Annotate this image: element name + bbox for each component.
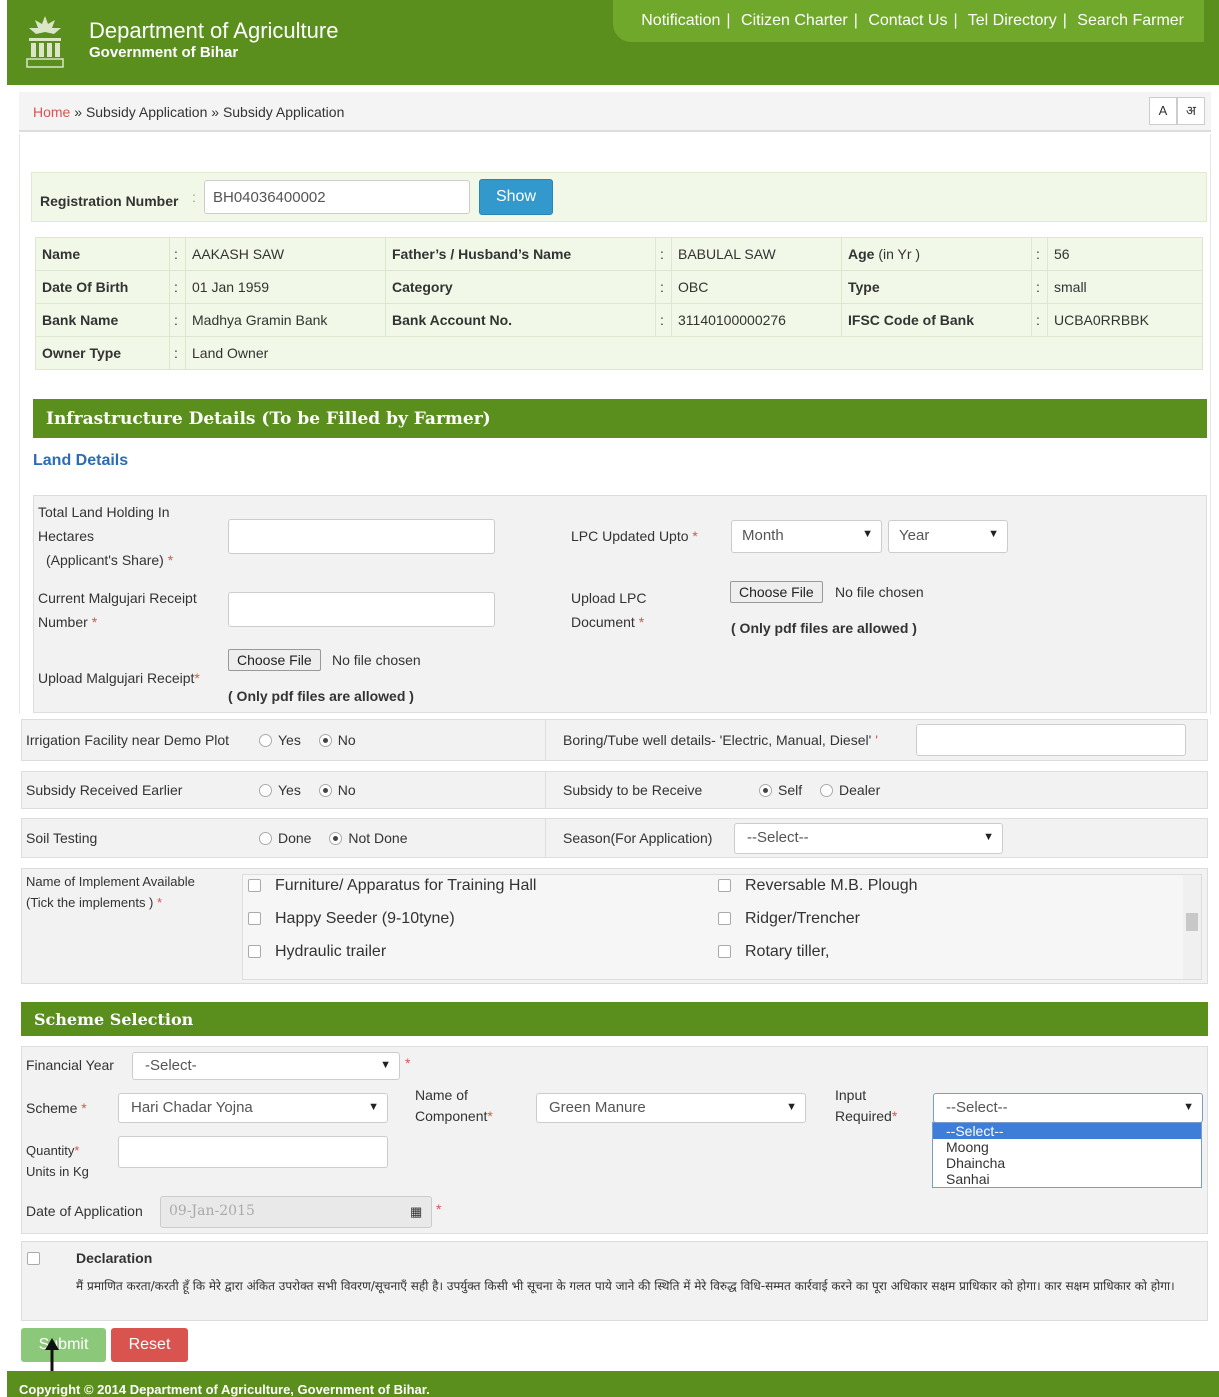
list-item[interactable]: Hydraulic trailer <box>248 943 386 961</box>
irrigation-no-radio[interactable]: No <box>318 732 356 748</box>
government-subtitle: Government of Bihar <box>89 44 239 61</box>
registration-number-input[interactable]: BH04036400002 <box>204 180 470 214</box>
declaration-text: मैं प्रमाणित करता/करती हूँ कि मेरे द्वार… <box>76 1279 1175 1293</box>
malgujari-number-input[interactable] <box>228 592 495 627</box>
irrigation-radio-group: Yes No <box>259 732 370 748</box>
malgujari-number-label: Current Malgujari Receipt Number * <box>38 590 197 630</box>
component-label: Name of Component* <box>415 1087 493 1124</box>
declaration-title: Declaration <box>76 1250 153 1266</box>
dropdown-option[interactable]: Moong <box>933 1139 1201 1155</box>
implements-list: Furniture/ Apparatus for Training Hall H… <box>242 874 1202 980</box>
boring-label: Boring/Tube well details- 'Electric, Man… <box>563 732 878 748</box>
lpc-file-status: No file chosen <box>835 584 924 600</box>
list-item[interactable]: Happy Seeder (9-10tyne) <box>248 910 455 928</box>
breadcrumb-level1[interactable]: Subsidy Application <box>86 104 207 120</box>
total-land-input[interactable] <box>228 519 495 554</box>
boring-details-input[interactable] <box>916 724 1186 756</box>
receive-dealer-radio[interactable]: Dealer <box>820 782 880 798</box>
table-row: Date Of Birth : 01 Jan 1959 Category : O… <box>35 270 1203 304</box>
quantity-label: Quantity* Units in Kg <box>26 1143 89 1179</box>
table-row: Name : AAKASH SAW Father’s / Husband’s N… <box>35 237 1203 271</box>
financial-year-select[interactable]: -Select- ▼ <box>132 1052 400 1080</box>
registration-label: Registration Number <box>40 193 179 209</box>
dropdown-option[interactable]: Sanhai <box>933 1171 1201 1187</box>
soil-testing-radio-group: Done Not Done <box>259 830 422 846</box>
subsidy-row: Subsidy Received Earlier Yes No Subsidy … <box>21 771 1208 809</box>
implements-label: Name of Implement Available (Tick the im… <box>26 874 195 910</box>
nav-citizen-charter[interactable]: Citizen Charter <box>741 12 848 29</box>
land-details-box: Total Land Holding In Hectares (Applican… <box>33 495 1207 713</box>
font-english-button[interactable]: A <box>1149 97 1177 125</box>
upload-lpc-label: Upload LPC Document * <box>571 590 647 630</box>
nav-tel-directory[interactable]: Tel Directory <box>968 12 1057 29</box>
list-item[interactable]: Ridger/Trencher <box>718 910 860 928</box>
nav-search-farmer[interactable]: Search Farmer <box>1077 12 1184 29</box>
submit-button[interactable]: Submit <box>21 1328 106 1362</box>
breadcrumb: Home » Subsidy Application » Subsidy App… <box>33 104 345 120</box>
list-item[interactable]: Reversable M.B. Plough <box>718 877 918 895</box>
scheme-label: Scheme * <box>26 1100 87 1116</box>
receive-self-radio[interactable]: Self <box>759 782 802 798</box>
input-required-dropdown[interactable]: --Select-- Moong Dhaincha Sanhai <box>932 1122 1202 1188</box>
upload-malgujari-label: Upload Malgujari Receipt* <box>38 670 200 686</box>
show-button[interactable]: Show <box>479 179 553 215</box>
scheme-select[interactable]: Hari Chadar Yojna ▼ <box>118 1093 388 1123</box>
table-row: Owner Type : Land Owner <box>35 336 1203 370</box>
declaration-checkbox[interactable] <box>27 1252 40 1265</box>
lpc-choose-file-button[interactable]: Choose File <box>730 581 823 603</box>
subsidy-no-radio[interactable]: No <box>318 782 356 798</box>
site-header: Department of Agriculture Government of … <box>7 0 1219 85</box>
subsidy-receive-radio-group: Self Dealer <box>759 782 894 798</box>
farmer-info-table: Name : AAKASH SAW Father’s / Husband’s N… <box>35 237 1203 370</box>
infrastructure-section-header: Infrastructure Details (To be Filled by … <box>33 399 1207 438</box>
quantity-input[interactable] <box>118 1136 388 1168</box>
malgujari-choose-file-button[interactable]: Choose File <box>228 649 321 671</box>
dropdown-option[interactable]: Dhaincha <box>933 1155 1201 1171</box>
table-row: Bank Name : Madhya Gramin Bank Bank Acco… <box>35 303 1203 337</box>
land-details-title: Land Details <box>33 452 129 469</box>
subsidy-yes-radio[interactable]: Yes <box>259 782 301 798</box>
declaration-box: Declaration मैं प्रमाणित करता/करती हूँ क… <box>21 1241 1208 1321</box>
reset-button[interactable]: Reset <box>111 1328 188 1362</box>
dropdown-option[interactable]: --Select-- <box>933 1123 1201 1139</box>
subsidy-earlier-radio-group: Yes No <box>259 782 370 798</box>
lpc-pdf-note: ( Only pdf files are allowed ) <box>731 620 917 636</box>
lpc-label: LPC Updated Upto * <box>571 528 698 544</box>
site-footer: Copyright © 2014 Department of Agricultu… <box>7 1371 1219 1397</box>
lpc-month-select[interactable]: Month ▼ <box>731 520 882 553</box>
calendar-icon[interactable]: ▦ <box>410 1204 422 1220</box>
list-item[interactable]: Rotary tiller, <box>718 943 829 961</box>
input-required-label: Input Required* <box>835 1087 898 1124</box>
top-navigation: Notification | Citizen Charter | Contact U… <box>613 0 1204 42</box>
nav-notification[interactable]: Notification <box>641 12 720 29</box>
input-required-select[interactable]: --Select-- ▼ <box>933 1093 1203 1123</box>
font-hindi-button[interactable]: अ <box>1177 97 1205 125</box>
department-title: Department of Agriculture <box>89 18 339 43</box>
soil-not-done-radio[interactable]: Not Done <box>329 830 408 846</box>
scheme-section-header: Scheme Selection <box>21 1002 1208 1036</box>
malgujari-file-status: No file chosen <box>332 652 421 668</box>
lpc-year-select[interactable]: Year ▼ <box>888 520 1008 553</box>
date-of-application-input[interactable]: 09-Jan-2015 <box>160 1196 432 1228</box>
list-item[interactable]: Furniture/ Apparatus for Training Hall <box>248 877 536 895</box>
implements-scrollbar[interactable] <box>1183 875 1201 979</box>
breadcrumb-bar: Home » Subsidy Application » Subsidy App… <box>19 92 1211 132</box>
nav-contact-us[interactable]: Contact Us <box>868 12 947 29</box>
season-select[interactable]: --Select-- ▼ <box>734 823 1003 854</box>
malgujari-pdf-note: ( Only pdf files are allowed ) <box>228 688 414 704</box>
total-land-label: Total Land Holding In Hectares (Applican… <box>38 504 174 568</box>
breadcrumb-current: Subsidy Application <box>222 104 345 120</box>
soil-testing-row: Soil Testing Done Not Done Season(For Ap… <box>21 818 1208 858</box>
soil-done-radio[interactable]: Done <box>259 830 311 846</box>
component-select[interactable]: Green Manure ▼ <box>536 1093 806 1123</box>
irrigation-row: Irrigation Facility near Demo Plot Yes N… <box>21 719 1208 761</box>
irrigation-yes-radio[interactable]: Yes <box>259 732 301 748</box>
bihar-emblem-icon <box>26 16 64 68</box>
registration-box: Registration Number : BH04036400002 Show <box>31 172 1207 222</box>
breadcrumb-home-link[interactable]: Home <box>33 104 70 120</box>
